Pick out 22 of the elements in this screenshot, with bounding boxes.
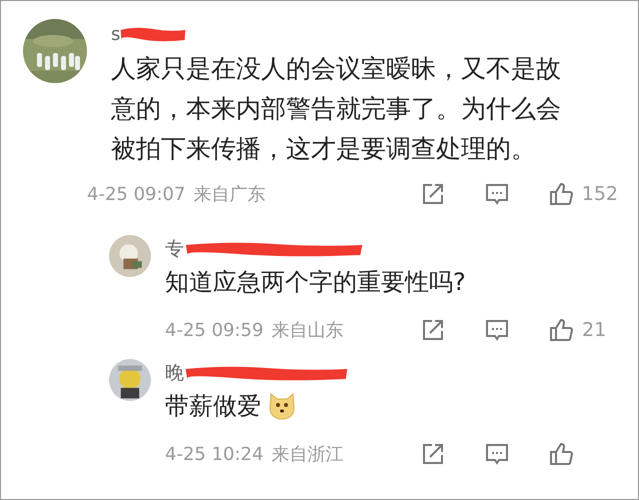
thumbs-up-icon[interactable] [548, 181, 574, 207]
username[interactable]: s [111, 24, 120, 44]
comment-text: 人家只是在没人的会议室暧昧，又不是故意的，本来内部警告就完事了。为什么会被拍下来传播，这才是要调查处理的。 [111, 53, 562, 165]
comment-location: 来自浙江 [271, 443, 344, 466]
share-icon[interactable] [420, 441, 446, 467]
username[interactable]: 专 [165, 236, 184, 262]
comment-text: 知道应急两个字的重要性吗? [165, 267, 466, 298]
thumbs-up-icon[interactable] [548, 317, 574, 343]
comment-location: 来自山东 [271, 319, 344, 342]
comment-time: 4-25 10:24 [165, 444, 264, 464]
like-count: 152 [582, 183, 618, 205]
comment-time: 4-25 09:07 [87, 184, 186, 204]
comment-icon[interactable] [484, 181, 510, 207]
like-count: 21 [582, 319, 608, 341]
comment-time: 4-25 09:59 [165, 320, 264, 340]
comment-text: 带薪做爱 [165, 391, 261, 422]
thumbs-up-icon[interactable] [548, 441, 574, 467]
comment-location: 来自广东 [193, 183, 266, 206]
username[interactable]: 晚 [165, 360, 184, 386]
comment-icon[interactable] [484, 317, 510, 343]
share-icon[interactable] [420, 317, 446, 343]
comment-icon[interactable] [484, 441, 510, 467]
